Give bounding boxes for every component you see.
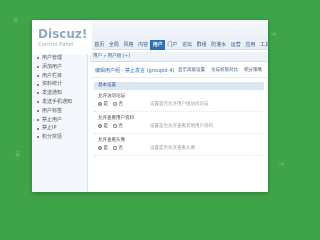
radio-yes[interactable] [98,124,102,128]
radio-no-label: 否 [118,124,124,129]
nav-portal[interactable]: 门户 [165,40,180,50]
compare-permissions-link[interactable]: 论坛权限对比 [211,67,238,73]
setting-row: 允许查看用户资料 是 否 设置是否允许查看其他用户资料 [94,112,264,134]
radio-no[interactable] [113,146,117,150]
radio-yes-label: 是 [103,102,109,107]
sidebar-item-ban-user[interactable]: 禁止用户 [32,116,87,125]
radio-yes[interactable] [98,102,102,106]
logo-subtitle: Control Panel [38,42,74,48]
nav-operations[interactable]: 运营 [228,40,243,50]
sidebar-item-send-mobile-notice[interactable]: 发送手机通知 [32,98,87,107]
setting-hint: 设置是否允许用户组访问论坛 [150,102,209,107]
admin-window: Discuz! Control Panel 首页 全局 风格 内容 用户 门户 … [32,20,268,192]
radio-no[interactable] [113,124,117,128]
setting-label: 允许查看用户资料 [98,116,134,121]
page-title: 编辑用户组 - 禁止发言 (groupid 4) [95,68,175,74]
show-advanced-link[interactable]: 显示高级设置 [178,67,205,73]
nav-home[interactable]: 首页 [92,40,107,50]
setting-label: 允许访问论坛 [98,94,125,99]
nav-style[interactable]: 风格 [121,40,136,50]
radio-yes-label: 是 [103,146,109,151]
nav-content[interactable]: 内容 [136,40,151,50]
radio-no-label: 否 [118,146,124,151]
radio-no-label: 否 [118,102,124,107]
setting-label: 允许查看头像 [98,138,125,143]
nav-tools[interactable]: 工具 [258,40,268,50]
nav-users[interactable]: 用户 [150,40,166,50]
setting-row: 允许访问论坛 是 否 设置是否允许用户组访问论坛 [94,90,264,112]
top-navigation: 首页 全局 风格 内容 用户 门户 论坛 群组 防灌水 运营 应用 工具 [92,20,268,50]
sidebar-item-send-notice[interactable]: 发送通知 [32,89,87,98]
sidebar-item-add-user[interactable]: 添加用户 [32,63,87,72]
sidebar-item-ban-ip[interactable]: 禁止IP [32,124,87,133]
nav-global[interactable]: 全局 [107,40,122,50]
credit-policy-link[interactable]: 积分策略 [244,67,262,73]
sidebar-item-credits[interactable]: 积分奖惩 [32,133,87,142]
nav-group[interactable]: 群组 [194,40,209,50]
nav-antispam[interactable]: 防灌水 [209,40,229,50]
breadcrumb: 用户 » 用户组 [+] [90,52,268,62]
sidebar-item-user-tags[interactable]: 用户标签 [32,107,87,116]
sidebar: 用户管理 添加用户 用户栏目 资料统计 发送通知 发送手机通知 用户标签 禁止用… [32,54,88,192]
radio-yes[interactable] [98,146,102,150]
sidebar-item-profile-stats[interactable]: 资料统计 [32,80,87,89]
nav-apps[interactable]: 应用 [243,40,258,50]
logo-title: Discuz! [38,27,88,41]
section-header: 基本设置 [94,82,264,90]
setting-hint: 设置是否允许查看其他用户资料 [150,124,213,129]
main-content: 用户 » 用户组 [+] 编辑用户组 - 禁止发言 (groupid 4) 显示… [90,52,268,192]
setting-row: 允许查看头像 是 否 设置是否允许查看头像 [94,134,264,156]
sidebar-item-user-manage[interactable]: 用户管理 [32,54,87,63]
radio-yes-label: 是 [103,124,109,129]
sidebar-item-user-columns[interactable]: 用户栏目 [32,72,87,81]
discuz-logo: Discuz! Control Panel [38,28,98,54]
setting-hint: 设置是否允许查看头像 [150,146,195,151]
nav-forum[interactable]: 论坛 [180,40,195,50]
radio-no[interactable] [113,102,117,106]
